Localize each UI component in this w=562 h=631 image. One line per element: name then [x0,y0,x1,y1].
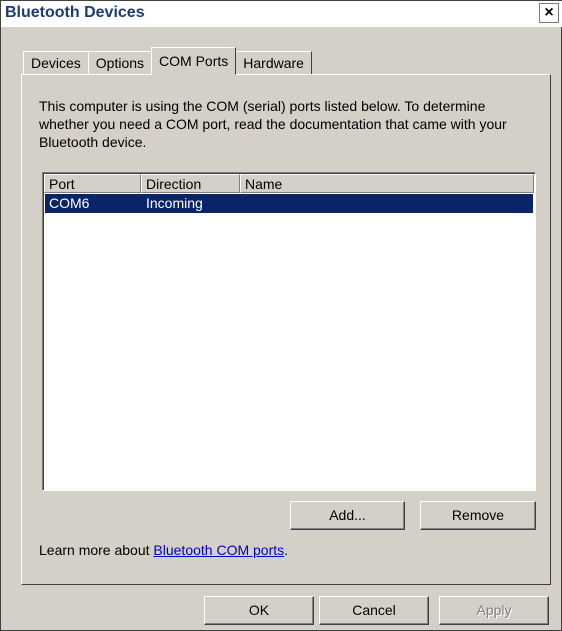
cell-port: COM6 [49,195,90,211]
column-header-direction[interactable]: Direction [141,174,240,193]
bluetooth-devices-dialog: Bluetooth Devices × Devices Options COM … [0,0,562,631]
title-bar[interactable]: Bluetooth Devices × [1,1,562,27]
ok-button[interactable]: OK [204,596,314,625]
tab-com-ports[interactable]: COM Ports [151,47,237,75]
column-header-name[interactable]: Name [240,174,534,193]
bluetooth-com-ports-link[interactable]: Bluetooth COM ports [153,542,284,558]
cell-name [241,194,533,213]
tab-hardware[interactable]: Hardware [235,51,312,75]
description-text: This computer is using the COM (serial) … [39,98,507,150]
com-ports-list[interactable]: Port Direction Name COM6 Incoming [42,172,536,491]
cell-direction: Incoming [146,195,203,211]
add-button[interactable]: Add... [290,501,405,530]
remove-button[interactable]: Remove [420,501,536,530]
tab-strip: Devices Options COM Ports Hardware [23,47,312,75]
learn-more-text: Learn more about Bluetooth COM ports. [39,542,288,558]
cancel-button[interactable]: Cancel [319,596,429,625]
learn-more-suffix: . [284,542,289,558]
list-header: Port Direction Name [44,174,534,193]
close-icon: × [544,4,554,21]
tab-options[interactable]: Options [87,51,153,75]
com-ports-panel: This computer is using the COM (serial) … [21,74,551,585]
learn-more-prefix: Learn more about [39,542,154,558]
tab-devices[interactable]: Devices [23,51,89,75]
window-title: Bluetooth Devices [5,4,145,21]
list-row-selected[interactable]: COM6 Incoming [45,194,533,213]
apply-button[interactable]: Apply [439,596,549,625]
column-header-port[interactable]: Port [44,174,141,193]
close-button[interactable]: × [539,3,559,23]
